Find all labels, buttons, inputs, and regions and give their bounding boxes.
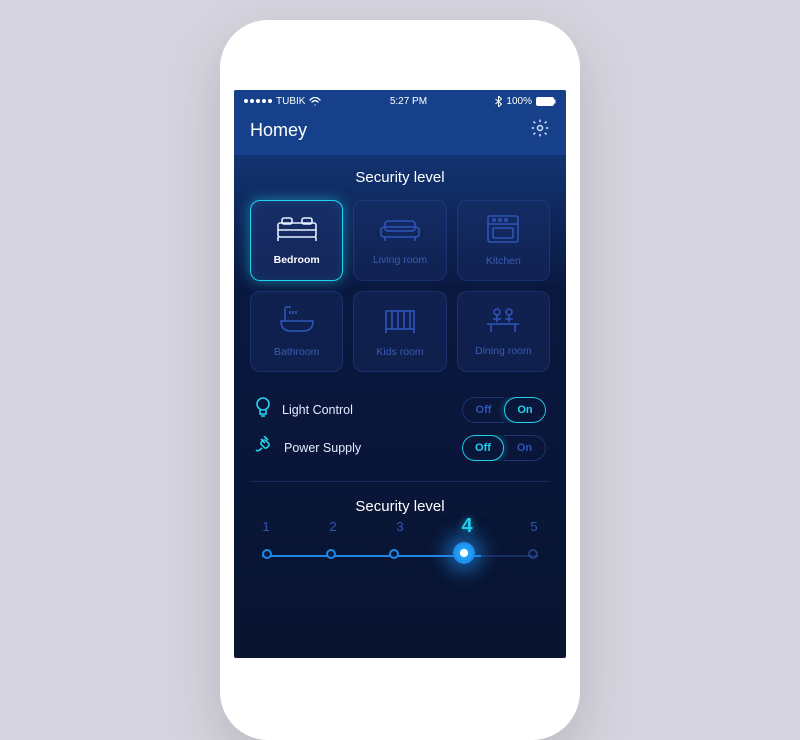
slider-title: Security level: [254, 498, 546, 515]
plug-icon: [254, 436, 274, 461]
carrier-label: TUBIK: [276, 96, 305, 107]
slider-tick-5: 5: [524, 519, 544, 542]
room-label: Kitchen: [486, 255, 521, 267]
security-slider-section: Security level 1 2 3 4 5: [234, 482, 566, 569]
room-bathroom[interactable]: Bathroom: [250, 291, 343, 372]
room-living-room[interactable]: Living room: [353, 200, 446, 281]
screen: TUBIK 5:27 PM 100% Homey: [234, 90, 566, 658]
bed-icon: [276, 215, 318, 248]
slider-tick-4: 4: [457, 515, 477, 538]
wifi-icon: [309, 97, 321, 106]
room-label: Living room: [373, 254, 427, 266]
lightbulb-icon: [254, 396, 272, 423]
bluetooth-icon: [495, 96, 502, 107]
power-control-row: Power Supply Off On: [254, 429, 546, 467]
room-dining-room[interactable]: Dining room: [457, 291, 550, 372]
room-label: Dining room: [475, 345, 532, 357]
room-label: Bedroom: [274, 254, 320, 266]
toggle-on[interactable]: On: [504, 435, 546, 461]
status-right: 100%: [495, 96, 556, 107]
crib-icon: [382, 305, 418, 340]
control-label: Power Supply: [284, 441, 361, 455]
toggle-off[interactable]: Off: [462, 435, 504, 461]
control-label: Light Control: [282, 403, 353, 417]
slider-stop[interactable]: [389, 549, 399, 559]
light-control-row: Light Control Off On: [254, 390, 546, 429]
slider-stop[interactable]: [528, 549, 538, 559]
status-left: TUBIK: [244, 96, 321, 107]
room-bedroom[interactable]: Bedroom: [250, 200, 343, 281]
slider-tick-1: 1: [256, 519, 276, 542]
room-kids-room[interactable]: Kids room: [353, 291, 446, 372]
toggle-off[interactable]: Off: [462, 397, 504, 423]
signal-dots-icon: [244, 99, 272, 103]
room-grid: Bedroom Living room Kitchen Bathroom: [234, 200, 566, 372]
rooms-section-title: Security level: [234, 169, 566, 186]
controls-list: Light Control Off On Power Supply Off On: [234, 372, 566, 467]
power-toggle[interactable]: Off On: [462, 435, 546, 461]
app-title: Homey: [250, 120, 307, 141]
room-label: Bathroom: [274, 346, 320, 358]
oven-icon: [486, 214, 520, 249]
toggle-on[interactable]: On: [504, 397, 546, 423]
room-kitchen[interactable]: Kitchen: [457, 200, 550, 281]
slider-tick-2: 2: [323, 519, 343, 542]
bathtub-icon: [277, 305, 317, 340]
light-toggle[interactable]: Off On: [462, 397, 546, 423]
phone-frame: TUBIK 5:27 PM 100% Homey: [220, 20, 580, 740]
sofa-icon: [379, 215, 421, 248]
battery-icon: [536, 97, 556, 106]
security-slider[interactable]: 1 2 3 4 5: [254, 519, 546, 569]
clock: 5:27 PM: [390, 96, 427, 107]
settings-button[interactable]: [530, 118, 550, 143]
slider-labels: 1 2 3 4 5: [254, 519, 546, 542]
slider-stop[interactable]: [262, 549, 272, 559]
gear-icon: [530, 125, 550, 142]
slider-handle[interactable]: [453, 542, 475, 564]
slider-stop[interactable]: [326, 549, 336, 559]
room-label: Kids room: [376, 346, 423, 358]
slider-tick-3: 3: [390, 519, 410, 542]
status-bar: TUBIK 5:27 PM 100%: [234, 90, 566, 108]
dining-icon: [483, 306, 523, 339]
battery-label: 100%: [506, 96, 532, 107]
app-header: Homey: [234, 108, 566, 155]
